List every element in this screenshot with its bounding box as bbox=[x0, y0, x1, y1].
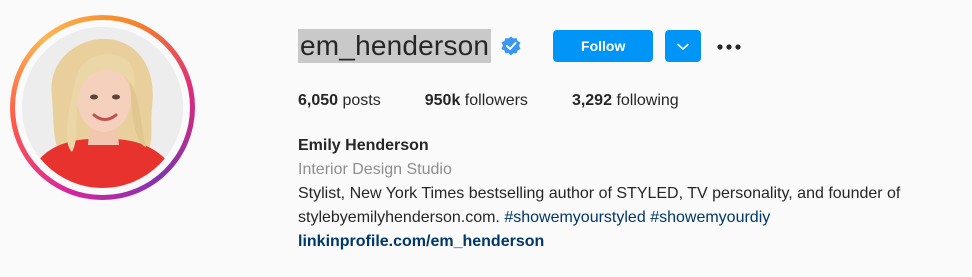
following-count: 3,292 bbox=[571, 92, 612, 109]
followers-stat[interactable]: 950k followers bbox=[425, 90, 528, 112]
profile-header: em_henderson Follow 6,050 posts 950k fol… bbox=[0, 0, 972, 277]
bio-website-text: stylebyemilyhenderson.com. bbox=[298, 209, 500, 226]
suggested-accounts-button[interactable] bbox=[665, 30, 702, 62]
hashtag-link[interactable]: #showemyourstyled bbox=[504, 209, 645, 226]
chevron-down-icon bbox=[677, 39, 690, 54]
followers-count: 950k bbox=[424, 92, 461, 109]
posts-stat: 6,050 posts bbox=[298, 90, 381, 112]
bio-text-line-1: Stylist, New York Times bestselling auth… bbox=[298, 185, 901, 202]
profile-title-row: em_henderson Follow bbox=[298, 29, 743, 63]
following-label: following bbox=[616, 92, 679, 109]
profile-stats: 6,050 posts 950k followers 3,292 followi… bbox=[298, 90, 723, 112]
more-options-icon bbox=[717, 37, 741, 55]
more-options-button[interactable] bbox=[715, 30, 743, 62]
story-ring[interactable] bbox=[10, 15, 195, 200]
hashtag-link[interactable]: #showemyourdiy bbox=[650, 209, 770, 226]
profile-bio: Emily Henderson Interior Design Studio S… bbox=[298, 134, 968, 254]
following-stat[interactable]: 3,292 following bbox=[572, 90, 679, 112]
category-label: Interior Design Studio bbox=[298, 161, 452, 178]
external-link[interactable]: linkinprofile.com/em_henderson bbox=[298, 233, 544, 250]
avatar[interactable] bbox=[22, 27, 183, 188]
bio-text-line-2: stylebyemilyhenderson.com. #showemyourst… bbox=[298, 206, 968, 230]
posts-count: 6,050 bbox=[298, 92, 339, 109]
followers-label: followers bbox=[464, 92, 528, 109]
posts-label: posts bbox=[342, 92, 381, 109]
follow-button[interactable]: Follow bbox=[553, 30, 654, 62]
username: em_henderson bbox=[298, 29, 492, 63]
full-name: Emily Henderson bbox=[298, 137, 429, 154]
avatar-photo bbox=[22, 27, 183, 188]
verified-badge-icon bbox=[501, 36, 521, 56]
